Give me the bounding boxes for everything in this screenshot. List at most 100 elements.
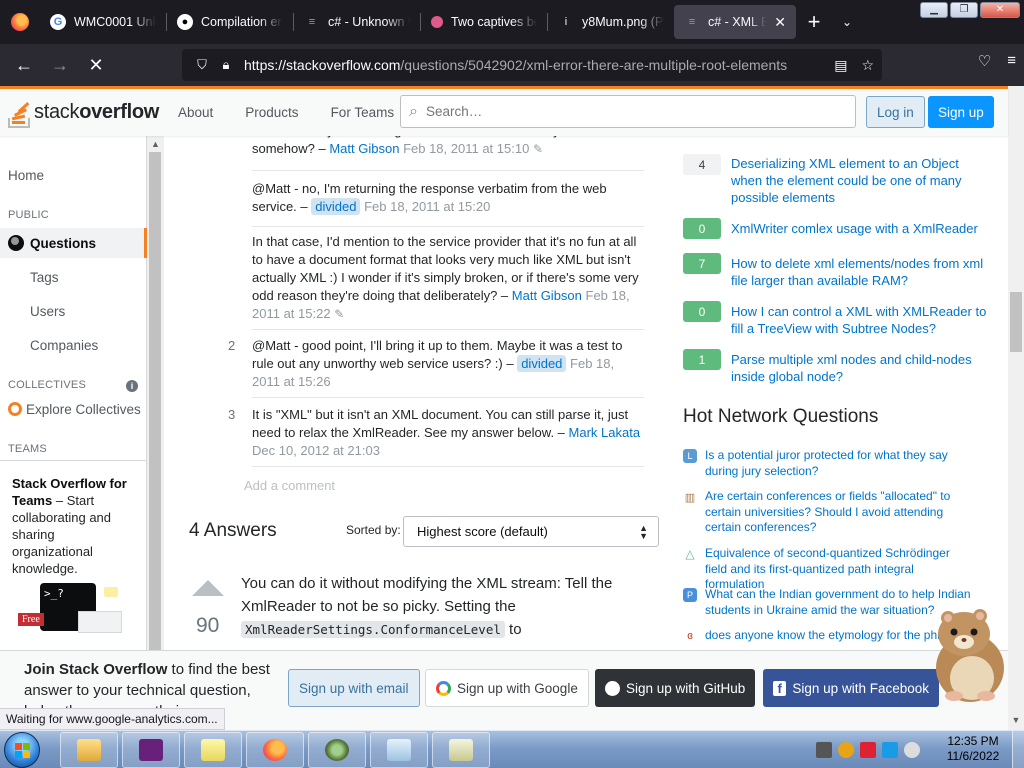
pin-icon: [431, 16, 443, 28]
new-tab-button[interactable]: +: [796, 5, 832, 39]
scroll-up-arrow-icon[interactable]: ▲: [147, 136, 164, 152]
taskbar-sticky-notes[interactable]: [184, 732, 242, 768]
clock-time: 12:35 PM: [947, 734, 999, 748]
comment-date[interactable]: Feb 18, 2011 at 15:10: [403, 141, 529, 156]
related-question-link[interactable]: Parse multiple xml nodes and child-nodes…: [731, 351, 987, 385]
back-button[interactable]: ←: [6, 49, 42, 81]
comment-date[interactable]: Feb 18, 2011 at 15:20: [364, 199, 490, 214]
answer-text: You can do it without modifying the XML …: [241, 575, 613, 615]
maximize-button[interactable]: ❐: [950, 2, 978, 18]
site-header: stackoverflow About Products For Teams ⌕…: [0, 86, 1008, 136]
search-box[interactable]: ⌕: [400, 95, 856, 128]
windows-taskbar: 12:35 PM 11/6/2022: [0, 730, 1024, 768]
comment-user-link[interactable]: Matt Gibson: [329, 141, 399, 156]
taskbar-visual-studio[interactable]: [122, 732, 180, 768]
sidebar-scrollbar[interactable]: ▲: [147, 136, 164, 730]
lock-icon[interactable]: 🔒︎: [214, 57, 238, 73]
google-icon: [436, 680, 451, 696]
sidebar-item-questions[interactable]: Questions: [0, 228, 147, 258]
tray-flag-icon[interactable]: [860, 742, 876, 758]
tray-search-icon[interactable]: [838, 742, 854, 758]
signup-github-button[interactable]: Sign up with GitHub: [595, 669, 756, 707]
related-question-link[interactable]: XmlWriter comlex usage with a XmlReader: [731, 220, 987, 237]
close-tab-icon[interactable]: ✕: [774, 14, 786, 31]
related-question-link[interactable]: Deserializing XML element to an Object w…: [731, 155, 987, 206]
info-icon[interactable]: i: [126, 380, 138, 392]
forward-button[interactable]: →: [42, 49, 78, 81]
comment-divider: [252, 226, 644, 227]
minimize-button[interactable]: ▁: [920, 2, 948, 18]
stackoverflow-icon: ≡: [308, 16, 316, 28]
pocket-icon[interactable]: ♡: [978, 52, 991, 70]
upvote-arrow-icon[interactable]: [192, 580, 224, 596]
taskbar-app-7[interactable]: [432, 732, 490, 768]
comment-user-link[interactable]: divided: [311, 198, 361, 215]
github-icon: ●: [177, 14, 193, 30]
stackoverflow-logo[interactable]: stackoverflow: [0, 89, 168, 136]
firefox-menu-icon[interactable]: [0, 0, 40, 44]
sort-select[interactable]: Highest score (default) ▲ ▼: [403, 516, 659, 547]
firefox-icon: [263, 739, 287, 761]
tab-active[interactable]: ≡ c# - XML Error ✕: [674, 5, 796, 39]
related-question-link[interactable]: How I can control a XML with XMLReader t…: [731, 303, 987, 337]
edited-pencil-icon[interactable]: ✎: [334, 307, 344, 321]
nav-about[interactable]: About: [168, 99, 223, 126]
sidebar-item-companies[interactable]: Companies: [30, 338, 98, 353]
signup-button[interactable]: Sign up: [928, 96, 994, 128]
button-label: Sign up with Google: [457, 680, 578, 696]
signup-facebook-button[interactable]: f Sign up with Facebook: [763, 669, 939, 707]
tracking-protection-shield-icon[interactable]: ⛉: [190, 57, 214, 73]
taskbar-app-5[interactable]: [308, 732, 366, 768]
start-button[interactable]: [4, 732, 40, 768]
scrollbar-thumb[interactable]: [1010, 292, 1022, 352]
reader-view-icon[interactable]: ▤: [834, 57, 847, 74]
show-desktop-button[interactable]: [1012, 731, 1024, 768]
tray-app-icon[interactable]: [816, 742, 832, 758]
page-scrollbar[interactable]: ▼: [1008, 86, 1024, 730]
scroll-down-arrow-icon[interactable]: ▼: [1008, 712, 1024, 728]
tab-3[interactable]: ≡ c# - Unknown t: [294, 5, 420, 39]
answers-count-heading: 4 Answers: [189, 520, 277, 541]
bookmark-star-icon[interactable]: ☆: [861, 57, 874, 74]
url-bar[interactable]: ⛉ 🔒︎ https://stackoverflow.com/questions…: [182, 49, 882, 81]
taskbar-explorer[interactable]: [60, 732, 118, 768]
related-question-link[interactable]: How to delete xml elements/nodes from xm…: [731, 255, 987, 289]
search-input[interactable]: [425, 104, 826, 119]
comment-date[interactable]: Dec 10, 2012 at 21:03: [252, 443, 380, 458]
signup-google-button[interactable]: Sign up with Google: [425, 669, 589, 707]
add-comment-link[interactable]: Add a comment: [244, 478, 335, 493]
sidebar-item-home[interactable]: Home: [8, 168, 44, 183]
scrollbar-thumb[interactable]: [149, 152, 161, 672]
taskbar-app-6[interactable]: [370, 732, 428, 768]
edited-pencil-icon[interactable]: ✎: [533, 142, 543, 156]
taskbar-clock[interactable]: 12:35 PM 11/6/2022: [938, 734, 1008, 764]
nav-for-teams[interactable]: For Teams: [321, 99, 405, 126]
comment-user-link[interactable]: divided: [517, 355, 567, 372]
hot-network-question-link[interactable]: Equivalence of second-quantized Schrödin…: [705, 546, 975, 593]
comment-user-link[interactable]: Mark Lakata: [569, 425, 641, 440]
sidebar-item-users[interactable]: Users: [30, 304, 65, 319]
sidebar-item-explore-collectives[interactable]: Explore Collectives: [8, 402, 141, 417]
hot-network-question-link[interactable]: Is a potential juror protected for what …: [705, 448, 975, 479]
comment-user-link[interactable]: Matt Gibson: [512, 288, 582, 303]
tray-display-icon[interactable]: [882, 742, 898, 758]
sidebar-item-tags[interactable]: Tags: [30, 270, 59, 285]
tab-2[interactable]: ● Compilation err: [167, 5, 293, 39]
nav-products[interactable]: Products: [235, 99, 308, 126]
tab-4[interactable]: Two captives be: [421, 5, 547, 39]
window-close-button[interactable]: ✕: [980, 2, 1020, 18]
comment-score: 2: [228, 338, 236, 353]
taskbar-firefox[interactable]: [246, 732, 304, 768]
stop-loading-button[interactable]: ✕: [78, 49, 114, 81]
app-menu-icon[interactable]: ≡: [1007, 52, 1016, 70]
hot-network-question-link[interactable]: Are certain conferences or fields "alloc…: [705, 489, 975, 536]
english-favicon-icon: ɞ: [683, 629, 697, 643]
login-button[interactable]: Log in: [866, 96, 925, 128]
logo-text-light: stack: [34, 101, 80, 123]
signup-email-button[interactable]: Sign up with email: [288, 669, 420, 707]
tab-1[interactable]: G WMC0001 Unkn: [40, 5, 166, 39]
list-all-tabs-icon[interactable]: ⌄: [832, 5, 862, 39]
comment: In that case, I'd mention to the service…: [252, 233, 644, 323]
tab-5[interactable]: i y8Mum.png (Pl: [548, 5, 674, 39]
tray-volume-icon[interactable]: [904, 742, 920, 758]
